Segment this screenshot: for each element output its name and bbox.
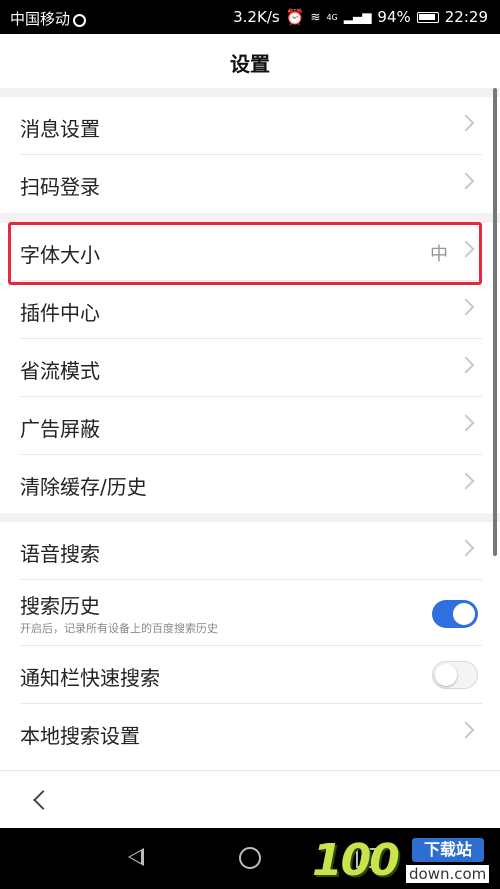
settings-item-label: 清除缓存/历史 <box>20 475 147 499</box>
network-type: 4G <box>326 12 338 22</box>
settings-item-notification-search: 通知栏快速搜索 <box>0 646 500 704</box>
alarm-icon: ⏰ <box>285 8 305 26</box>
watermark-badge: 下载站 <box>412 838 484 862</box>
settings-item-label: 省流模式 <box>20 359 100 383</box>
watermark-number: 100 <box>312 835 400 886</box>
settings-item-ad-block[interactable]: 广告屏蔽 <box>0 397 500 455</box>
carrier-name: 中国移动 <box>10 8 87 29</box>
network-speed: 3.2K/s <box>233 8 280 26</box>
settings-item-label: 广告屏蔽 <box>20 417 100 441</box>
settings-item-search-history: 搜索历史 开启后，记录所有设备上的百度搜索历史 <box>0 580 500 646</box>
chevron-left-icon <box>33 790 53 810</box>
settings-group-3: 语音搜索 搜索历史 开启后，记录所有设备上的百度搜索历史 通知栏快速搜索 本地搜… <box>0 522 500 770</box>
settings-group-1: 消息设置 扫码登录 <box>0 97 500 213</box>
watermark-url: down.com <box>406 865 490 883</box>
chevron-right-icon <box>457 414 475 432</box>
settings-item-label: 插件中心 <box>20 301 100 325</box>
signal-icon: ▂▄▆ <box>343 10 372 24</box>
carrier-label: 中国移动 <box>10 10 71 28</box>
settings-item-label: 扫码登录 <box>20 175 100 199</box>
chevron-right-icon <box>457 472 475 490</box>
watermark-logo: 100 下载站 down.com <box>312 833 498 887</box>
settings-item-label: 搜索历史 <box>20 594 100 618</box>
notification-search-toggle[interactable] <box>432 661 478 689</box>
chevron-right-icon <box>457 356 475 374</box>
wifi-icon: ≋ <box>310 10 321 24</box>
toggle-knob <box>435 664 457 686</box>
settings-item-voice-search[interactable]: 语音搜索 <box>0 522 500 580</box>
back-button[interactable] <box>28 787 53 813</box>
chevron-right-icon <box>457 298 475 316</box>
bottom-toolbar <box>0 770 500 829</box>
chevron-right-icon <box>457 721 475 739</box>
nav-home-icon[interactable] <box>239 847 261 869</box>
highlight-box <box>8 222 482 285</box>
battery-percent: 94% <box>377 8 411 26</box>
settings-item-message[interactable]: 消息设置 <box>0 97 500 155</box>
settings-item-label: 通知栏快速搜索 <box>20 666 160 690</box>
settings-item-clear-cache[interactable]: 清除缓存/历史 <box>0 455 500 513</box>
settings-item-local-search[interactable]: 本地搜索设置 <box>0 704 500 762</box>
settings-item-label: 本地搜索设置 <box>20 724 140 748</box>
chevron-right-icon <box>457 114 475 132</box>
settings-item-label: 消息设置 <box>20 117 100 141</box>
scrollbar[interactable] <box>493 88 497 556</box>
search-history-toggle[interactable] <box>432 600 478 628</box>
toggle-knob <box>453 603 475 625</box>
page-header: 设置 <box>0 34 500 88</box>
carrier-signal-icon <box>73 14 87 27</box>
chevron-right-icon <box>457 539 475 557</box>
settings-item-data-saver[interactable]: 省流模式 <box>0 339 500 397</box>
settings-item-scan-login[interactable]: 扫码登录 <box>0 155 500 213</box>
settings-item-plugin-center[interactable]: 插件中心 <box>0 281 500 339</box>
battery-icon <box>416 11 439 23</box>
nav-back-icon[interactable] <box>128 848 144 866</box>
chevron-right-icon <box>457 172 475 190</box>
settings-item-description: 开启后，记录所有设备上的百度搜索历史 <box>20 622 218 635</box>
settings-item-label: 语音搜索 <box>20 542 100 566</box>
page-title: 设置 <box>230 52 270 76</box>
status-bar: 中国移动 3.2K/s ⏰ ≋ 4G ▂▄▆ 94% 22:29 <box>0 0 500 34</box>
clock: 22:29 <box>444 8 488 26</box>
